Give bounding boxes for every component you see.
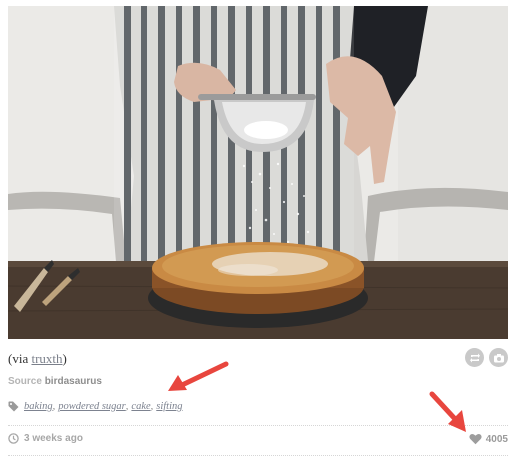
post-card: (via truxth) Source birdasaurus baking, … [0,0,517,461]
tag-link-baking[interactable]: baking [24,401,53,412]
post-source: Source birdasaurus [8,376,102,387]
via-user-link[interactable]: truxth [31,351,62,366]
tag-separator: , [125,401,129,412]
like-count[interactable]: 4005 [469,433,508,445]
post-timestamp[interactable]: 3 weeks ago [8,433,83,444]
source-label: Source [8,376,42,387]
via-prefix: (via [8,351,32,366]
camera-button[interactable] [489,348,508,367]
via-suffix: ) [62,351,67,366]
tag-link-sifting[interactable]: sifting [156,401,182,412]
red-arrow-icon [168,361,229,391]
clock-icon [8,433,19,444]
time-ago-text: 3 weeks ago [24,433,83,444]
tag-link-powdered-sugar[interactable]: powdered sugar [58,401,126,412]
reblog-icon [469,353,480,362]
tag-list: baking, powdered sugar, cake, sifting [8,401,183,412]
via-caption: (via truxth) [8,351,67,367]
reblog-button[interactable] [465,348,484,367]
camera-icon [493,353,504,362]
tag-link-cake[interactable]: cake [131,401,150,412]
tag-icon [8,401,19,412]
heart-icon [469,433,482,445]
red-arrow-icon [429,391,466,432]
like-count-text: 4005 [485,433,508,445]
source-name-link[interactable]: birdasaurus [45,376,102,387]
tag-separator: , [52,401,56,412]
post-photo[interactable] [8,6,508,339]
cake-sifting-photo [8,6,508,339]
tag-separator: , [150,401,154,412]
footer-divider [8,455,508,456]
